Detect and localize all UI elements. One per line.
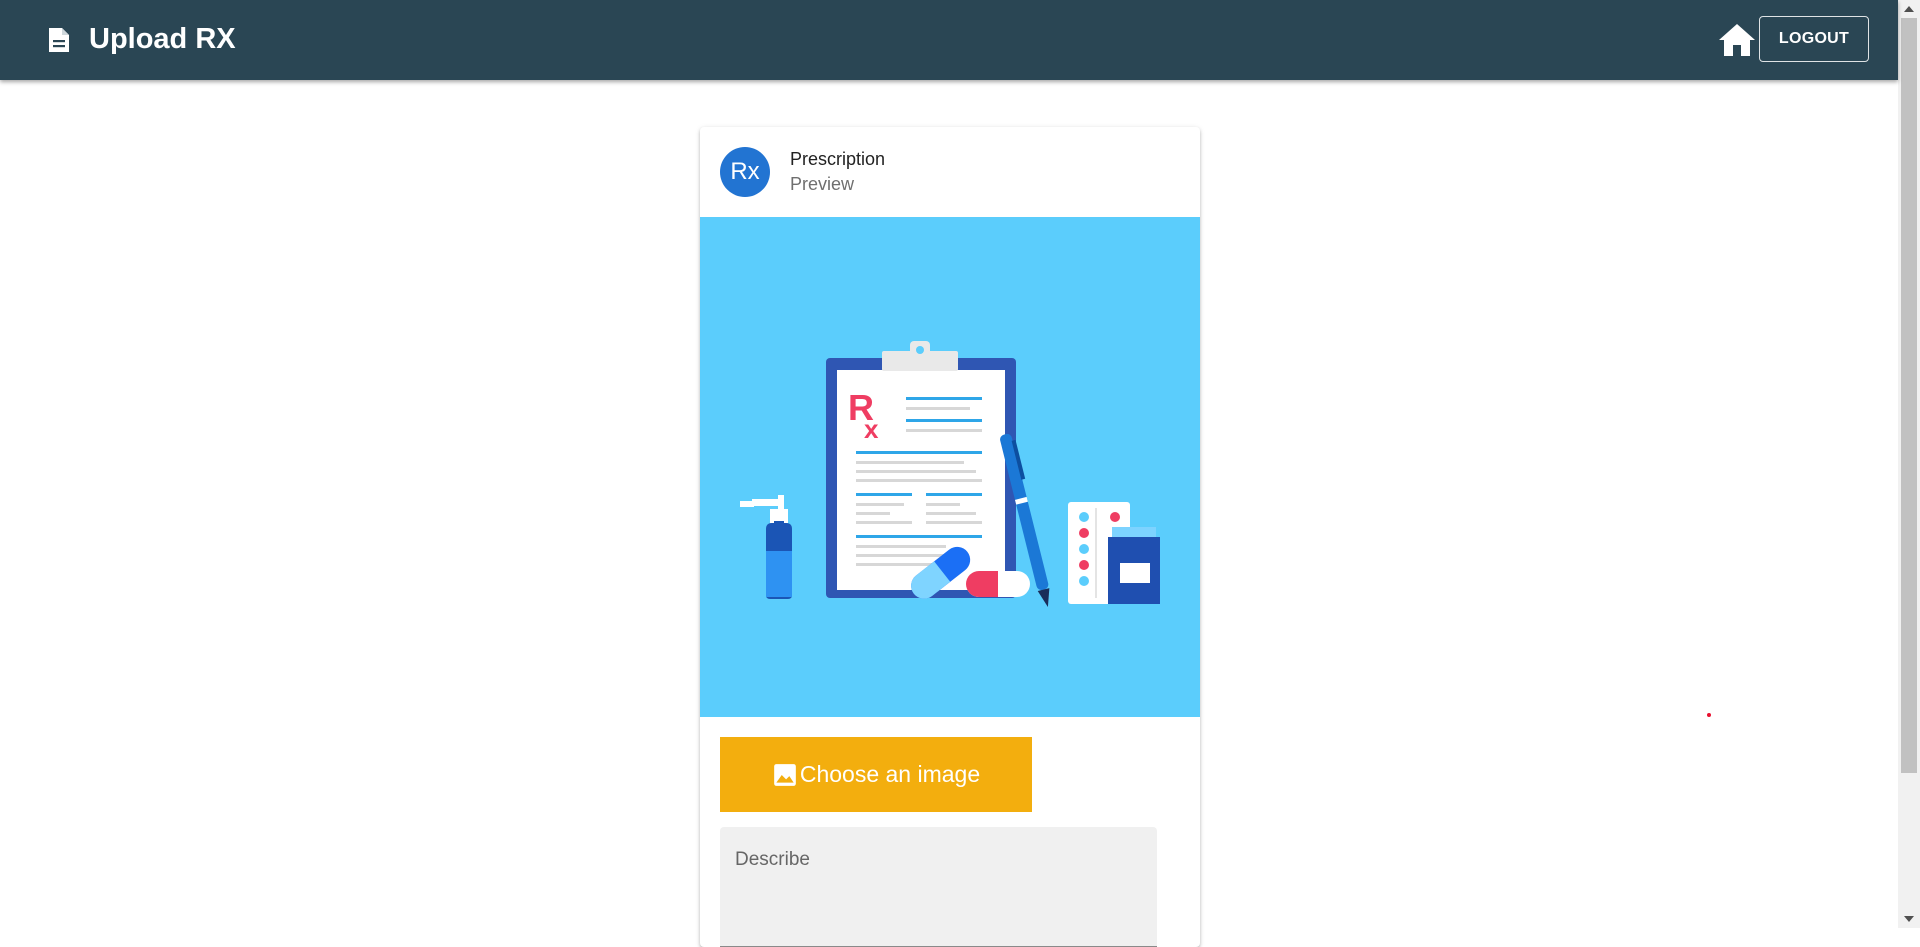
red-dot-marker [1707,713,1711,717]
prescription-illustration: R x [740,341,1160,608]
choose-image-label: Choose an image [799,761,981,787]
page-title: Upload RX [89,23,236,55]
page-scrollbar[interactable] [1898,0,1920,928]
prescription-card: Rx Prescription Preview R x Choose an im… [700,127,1200,947]
card-title: Prescription [790,149,886,169]
describe-field[interactable] [720,827,1157,947]
home-icon[interactable] [1717,20,1757,60]
card-subtitle: Preview [790,174,855,194]
description-icon [49,28,69,52]
scroll-down-arrow-icon[interactable] [1898,908,1920,928]
rx-mark-sub: x [864,414,879,444]
scrollbar-thumb[interactable] [1901,18,1917,773]
image-icon [774,763,796,786]
card-header: Rx Prescription Preview [700,127,1200,217]
avatar: Rx [720,147,770,197]
prescription-preview-image: R x [700,217,1200,717]
app-bar: Upload RX LOGOUT [0,0,1898,80]
scroll-up-arrow-icon[interactable] [1898,0,1920,20]
logout-button[interactable]: LOGOUT [1759,16,1869,62]
choose-image-button[interactable]: Choose an image [720,737,1032,812]
